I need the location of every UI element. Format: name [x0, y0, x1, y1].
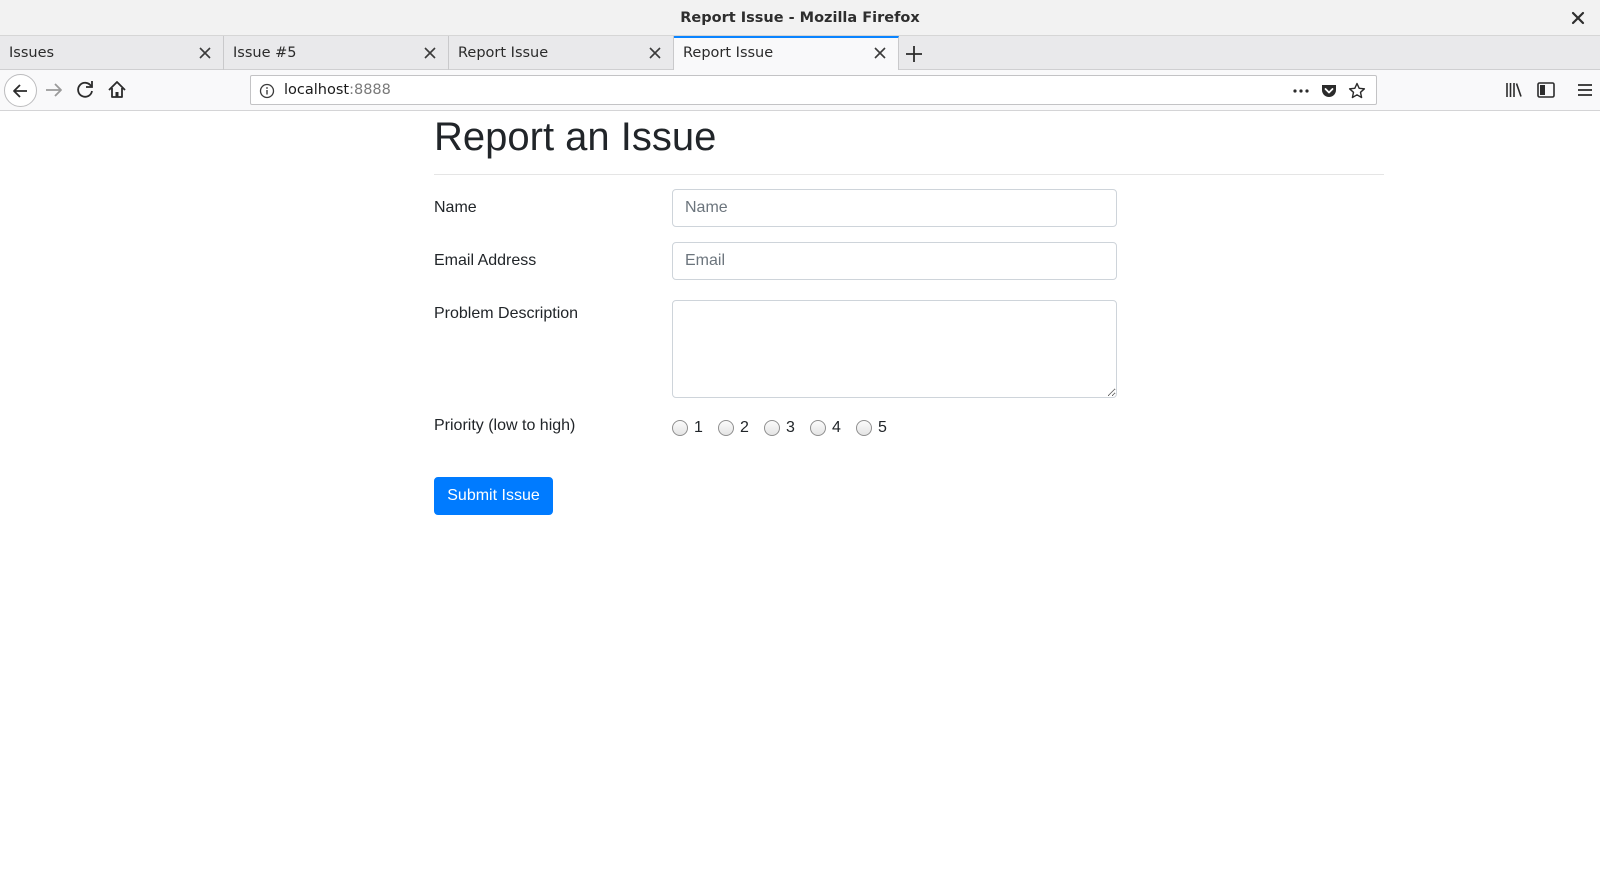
description-label: Problem Description — [434, 305, 579, 322]
more-icon[interactable] — [1292, 82, 1310, 100]
star-icon[interactable] — [1348, 82, 1366, 100]
url-text[interactable]: localhost:8888 — [284, 76, 391, 104]
pocket-icon[interactable] — [1320, 82, 1338, 100]
page-title: Report an Issue — [434, 115, 717, 159]
back-arrow-icon — [13, 84, 27, 98]
tab-issue-5[interactable]: Issue #5 — [224, 36, 449, 70]
tab-issues[interactable]: Issues — [0, 36, 224, 70]
heading-divider — [434, 174, 1384, 175]
back-button[interactable] — [4, 74, 37, 107]
url-host: localhost — [284, 82, 350, 98]
radio-label: 4 — [832, 419, 841, 436]
window-titlebar: Report Issue - Mozilla Firefox — [0, 0, 1600, 36]
hamburger-menu-icon[interactable] — [1571, 76, 1599, 104]
description-textarea[interactable] — [672, 300, 1117, 398]
tab-label: Issues — [9, 45, 55, 61]
tab-report-issue-active[interactable]: Report Issue — [674, 36, 899, 71]
radio-label: 2 — [740, 419, 749, 436]
home-icon[interactable] — [103, 76, 131, 104]
close-tab-icon[interactable] — [423, 46, 437, 60]
tab-label: Report Issue — [683, 45, 774, 61]
close-tab-icon[interactable] — [873, 46, 887, 60]
priority-label: Priority (low to high) — [434, 417, 576, 434]
email-label: Email Address — [434, 252, 537, 269]
reload-icon[interactable] — [71, 76, 99, 104]
name-input[interactable] — [672, 189, 1117, 227]
email-input[interactable] — [672, 242, 1117, 280]
tab-label: Issue #5 — [233, 45, 297, 61]
radio-button[interactable] — [718, 420, 734, 436]
tab-report-issue[interactable]: Report Issue — [449, 36, 674, 70]
window-title: Report Issue - Mozilla Firefox — [680, 10, 920, 26]
new-tab-icon[interactable] — [903, 43, 925, 65]
url-bar[interactable]: localhost:8888 — [250, 75, 1377, 105]
tab-label: Report Issue — [458, 45, 549, 61]
navigation-toolbar: localhost:8888 — [0, 70, 1600, 111]
close-tab-icon[interactable] — [648, 46, 662, 60]
sidebar-icon[interactable] — [1532, 76, 1560, 104]
radio-label: 5 — [878, 419, 887, 436]
radio-label: 3 — [786, 419, 795, 436]
radio-button[interactable] — [856, 420, 872, 436]
window-close-icon[interactable] — [1568, 8, 1588, 28]
submit-issue-button[interactable]: Submit Issue — [434, 477, 553, 515]
url-port: :8888 — [349, 82, 391, 98]
radio-button[interactable] — [672, 420, 688, 436]
page-content: Report an Issue Name Email Address Probl… — [0, 111, 1600, 873]
forward-arrow-icon[interactable] — [40, 76, 68, 104]
library-icon[interactable] — [1500, 76, 1528, 104]
radio-button[interactable] — [764, 420, 780, 436]
info-icon[interactable] — [259, 83, 275, 99]
tab-strip: Issues Issue #5 Report Issue Report Issu… — [0, 36, 1600, 71]
radio-label: 1 — [694, 419, 703, 436]
radio-button[interactable] — [810, 420, 826, 436]
name-label: Name — [434, 199, 477, 216]
close-tab-icon[interactable] — [198, 46, 212, 60]
